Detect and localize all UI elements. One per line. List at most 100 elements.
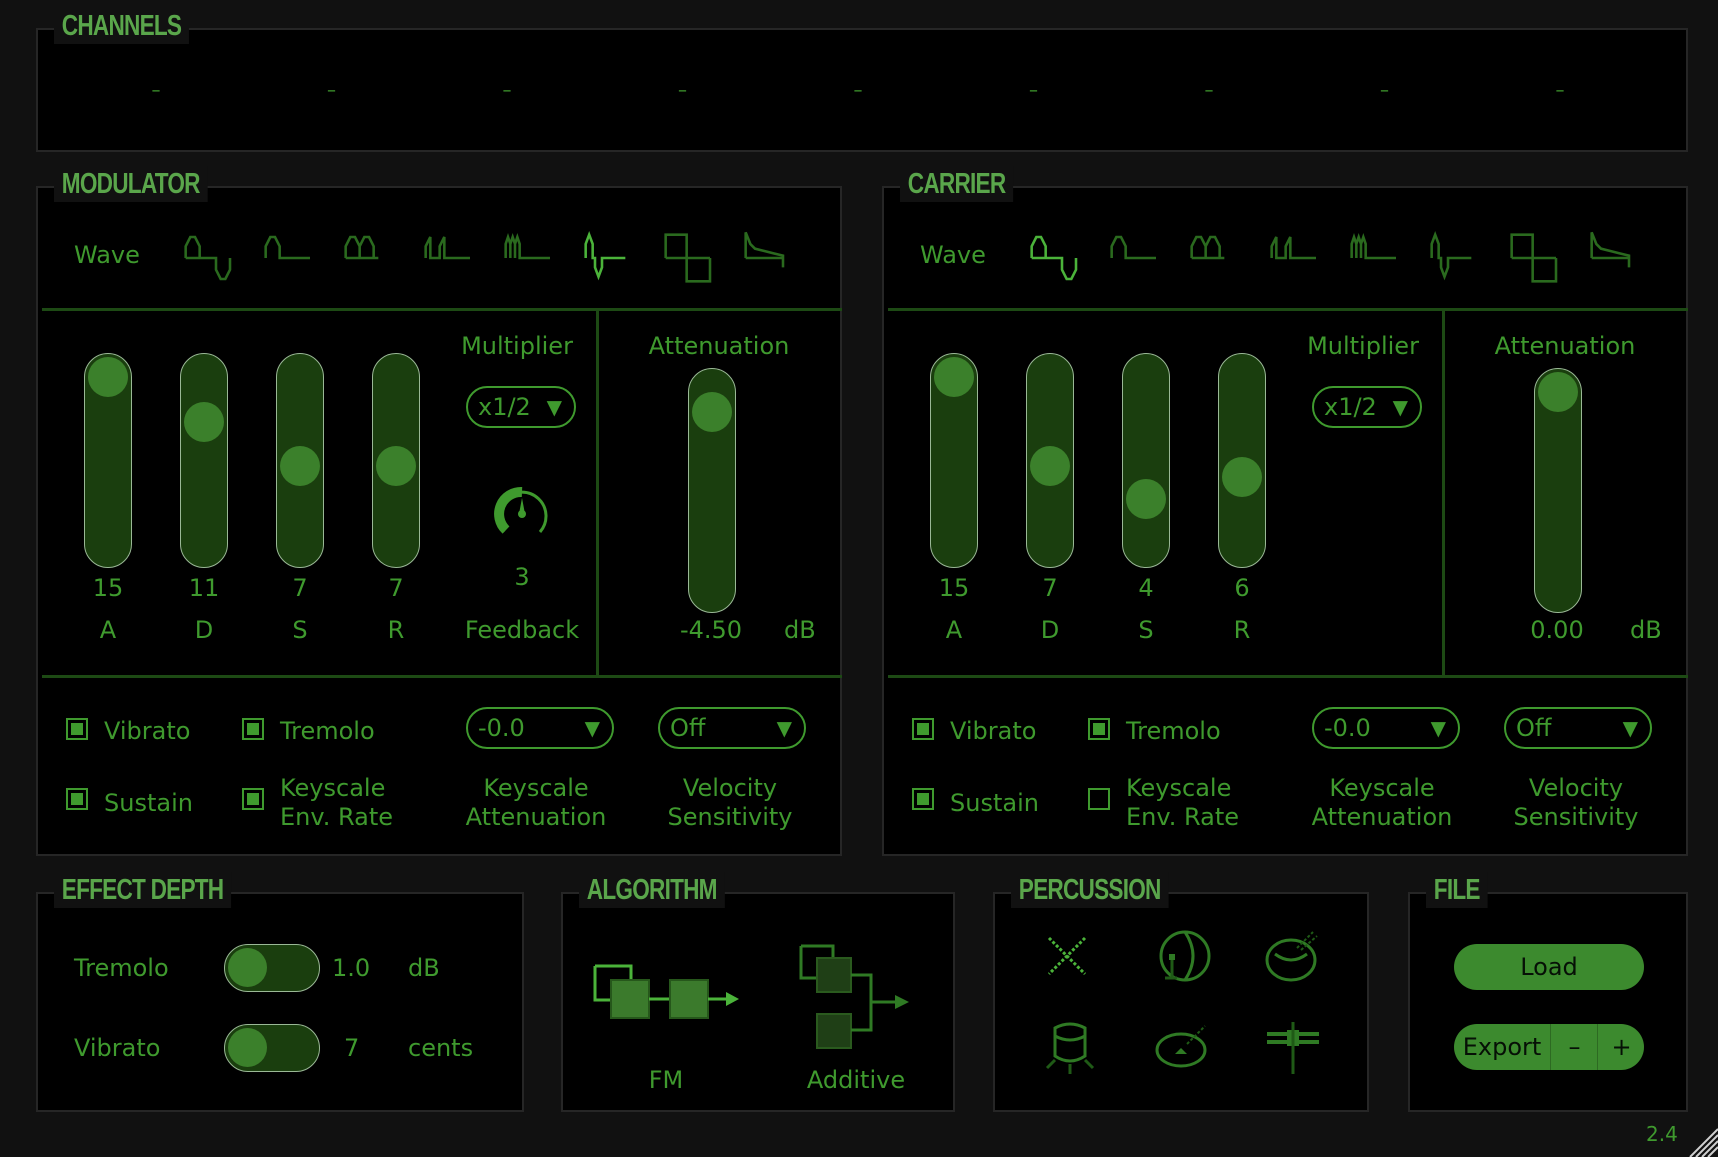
algorithm-title: ALGORITHM [579, 872, 725, 908]
load-button[interactable]: Load [1454, 944, 1644, 990]
channel-slot[interactable]: – [1556, 80, 1565, 101]
feedback-label: Feedback [464, 616, 580, 644]
sustain-checkbox[interactable] [66, 788, 88, 810]
sine-wave-icon[interactable] [178, 230, 240, 286]
attenuation-slider[interactable] [1534, 368, 1582, 613]
algorithm-additive-label: Additive [806, 1066, 906, 1094]
export-button[interactable]: Export [1454, 1024, 1550, 1070]
tremolo-label: Tremolo [1126, 717, 1221, 745]
tremolo-checkbox[interactable] [242, 718, 264, 740]
velocity-sensitivity-dropdown[interactable]: Off ▼ [1504, 707, 1652, 749]
slider-thumb[interactable] [280, 446, 320, 487]
adsr-slider-s[interactable] [1122, 353, 1170, 568]
camel-sine-wave-icon[interactable] [578, 230, 640, 286]
keyscale-env-rate-checkbox[interactable] [242, 788, 264, 810]
feedback-knob[interactable] [492, 484, 552, 544]
cymbal-icon[interactable] [1155, 1024, 1211, 1068]
vibrato-checkbox[interactable] [66, 718, 88, 740]
channel-slot[interactable]: – [503, 80, 512, 101]
percussion-panel: PERCUSSION [993, 872, 1369, 1112]
slider-thumb[interactable] [1126, 479, 1166, 520]
effect-depth-panel: EFFECT DEPTH Tremolo 1.0 dB Vibrato 7 ce… [36, 872, 524, 1112]
square-wave-icon[interactable] [658, 230, 720, 286]
alternating-sine-wave-icon[interactable] [498, 230, 560, 286]
half-sine-wave-icon[interactable] [1104, 230, 1166, 286]
divider [1442, 311, 1445, 675]
snare-drum-icon[interactable] [1265, 930, 1321, 984]
adsr-value-a: 15 [938, 574, 970, 602]
fm-algorithm-icon[interactable] [593, 964, 743, 1034]
divider [42, 308, 842, 311]
channel-slot[interactable]: – [327, 80, 336, 101]
channel-slot[interactable]: – [1380, 80, 1389, 101]
adsr-slider-d[interactable] [1026, 353, 1074, 568]
adsr-slider-a[interactable] [84, 353, 132, 568]
channel-slot[interactable]: – [1205, 80, 1214, 101]
abs-sine-wave-icon[interactable] [338, 230, 400, 286]
file-title: FILE [1426, 872, 1488, 908]
divider [888, 308, 1688, 311]
adsr-slider-d[interactable] [180, 353, 228, 568]
keyscale-env-rate-label: Keyscale [280, 774, 386, 802]
chevron-down-icon: ▼ [776, 716, 792, 740]
slider-thumb[interactable] [1222, 457, 1262, 498]
feedback-value: 3 [514, 563, 530, 591]
vibrato-checkbox[interactable] [912, 718, 934, 740]
channels-title: CHANNELS [54, 8, 190, 44]
vibrato-depth-toggle[interactable] [224, 1024, 320, 1072]
slider-thumb[interactable] [1538, 372, 1578, 412]
adsr-slider-r[interactable] [1218, 353, 1266, 568]
multiplier-dropdown[interactable]: x1/2 ▼ [1312, 386, 1422, 428]
adsr-label-r: R [1233, 616, 1251, 644]
channel-slot[interactable]: – [678, 80, 687, 101]
multiplier-dropdown[interactable]: x1/2 ▼ [466, 386, 576, 428]
channel-slot[interactable]: – [152, 80, 161, 101]
sine-wave-icon[interactable] [1024, 230, 1086, 286]
alternating-sine-wave-icon[interactable] [1344, 230, 1406, 286]
modulator-title: MODULATOR [54, 166, 208, 202]
none-x-icon[interactable] [1047, 936, 1087, 976]
attenuation-label: Attenuation [1494, 332, 1636, 360]
keyscale-env-rate-checkbox[interactable] [1088, 788, 1110, 810]
slider-thumb[interactable] [692, 391, 732, 432]
camel-sine-wave-icon[interactable] [1424, 230, 1486, 286]
channel-slot[interactable]: – [1029, 80, 1038, 101]
quarter-sine-wave-icon[interactable] [1264, 230, 1326, 286]
square-wave-icon[interactable] [1504, 230, 1566, 286]
bass-drum-icon[interactable] [1155, 930, 1211, 984]
slider-thumb[interactable] [1030, 446, 1070, 487]
adsr-slider-s[interactable] [276, 353, 324, 568]
slider-thumb[interactable] [934, 357, 974, 397]
sustain-checkbox[interactable] [912, 788, 934, 810]
multiplier-label: Multiplier [1307, 332, 1419, 360]
keyscale-attenuation-dropdown[interactable]: -0.0 ▼ [466, 707, 614, 749]
tom-drum-icon[interactable] [1045, 1020, 1095, 1076]
abs-sine-wave-icon[interactable] [1184, 230, 1246, 286]
quarter-sine-wave-icon[interactable] [418, 230, 480, 286]
velocity-sensitivity-dropdown[interactable]: Off ▼ [658, 707, 806, 749]
tremolo-checkbox[interactable] [1088, 718, 1110, 740]
file-panel: FILE Load Export – + [1408, 872, 1688, 1112]
keyscale-attenuation-dropdown[interactable]: -0.0 ▼ [1312, 707, 1460, 749]
log-saw-wave-icon[interactable] [738, 230, 800, 286]
velocity-sensitivity-label: Velocity [682, 774, 778, 802]
additive-algorithm-icon[interactable] [799, 944, 919, 1054]
channel-slot[interactable]: – [854, 80, 863, 101]
adsr-slider-r[interactable] [372, 353, 420, 568]
tremolo-depth-toggle[interactable] [224, 944, 320, 992]
hi-hat-icon[interactable] [1265, 1020, 1321, 1076]
modulator-panel: MODULATOR Wave 15 A 11 D 7 S 7 R Multiplier x1/… [36, 166, 842, 856]
minus-button[interactable]: – [1550, 1024, 1598, 1070]
attenuation-slider[interactable] [688, 368, 736, 613]
log-saw-wave-icon[interactable] [1584, 230, 1646, 286]
adsr-slider-a[interactable] [930, 353, 978, 568]
half-sine-wave-icon[interactable] [258, 230, 320, 286]
adsr-value-r: 7 [388, 574, 404, 602]
keyscale-attenuation-label: Attenuation [465, 803, 607, 831]
slider-thumb[interactable] [184, 401, 224, 442]
slider-thumb[interactable] [376, 446, 416, 487]
plus-button[interactable]: + [1597, 1024, 1645, 1070]
slider-thumb[interactable] [88, 357, 128, 397]
divider [888, 675, 1688, 678]
resize-grip-icon[interactable] [1686, 1125, 1718, 1157]
